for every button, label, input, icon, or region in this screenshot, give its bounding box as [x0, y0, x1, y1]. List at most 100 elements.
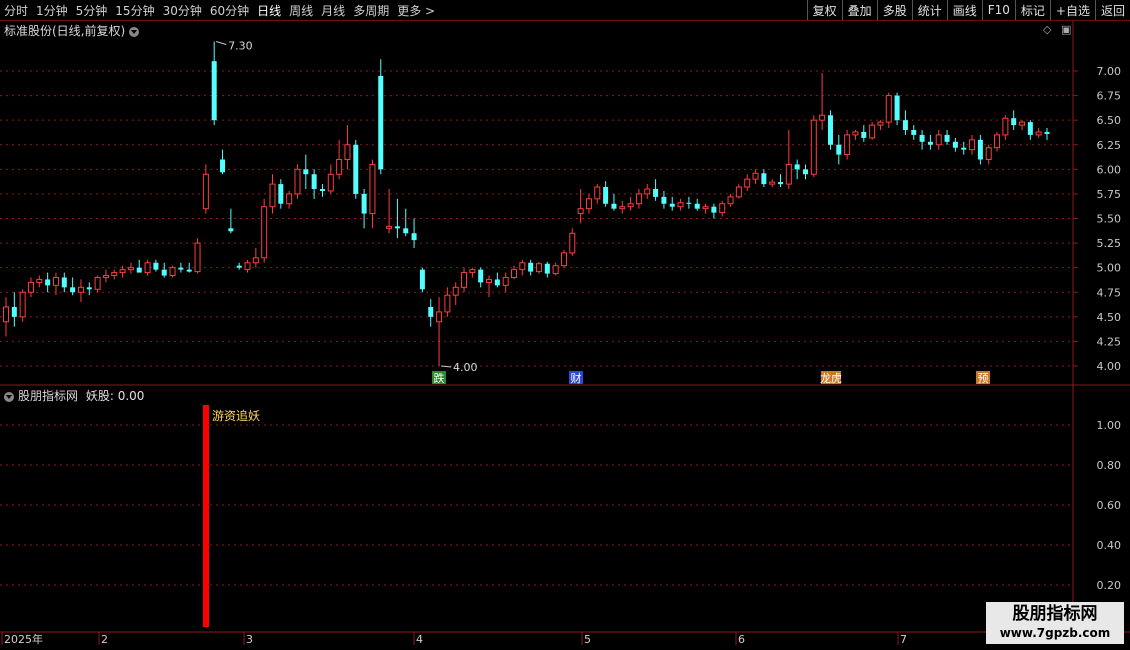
candle-body: [94, 277, 101, 290]
candle-body: [361, 193, 367, 214]
candle-body: [644, 188, 651, 195]
candle-body: [186, 269, 192, 272]
x-label: 4: [416, 633, 423, 646]
candle-body: [544, 263, 550, 274]
candle-body: [70, 287, 76, 293]
indicator-dropdown-icon[interactable]: [4, 391, 14, 402]
kline-chart[interactable]: 7.00 6.75 6.50 6.25 6.00 5.75 5.50 5.25 5.00 4.75…: [0, 0, 1130, 650]
high-marker: 7.30: [228, 40, 253, 53]
candle-body: [785, 163, 792, 185]
candle-body: [411, 233, 417, 241]
candle-body: [635, 193, 642, 205]
y-label: 5.00: [1097, 262, 1122, 275]
candle-body: [611, 203, 617, 209]
candle-body: [511, 269, 518, 278]
low-marker: 4.00: [453, 361, 478, 374]
indicator-title: 股朋指标网: [18, 389, 79, 403]
candle-body: [836, 144, 842, 155]
candle-body: [278, 184, 284, 204]
candle-body: [494, 279, 500, 286]
x-label: 3: [246, 633, 253, 646]
candle-body: [153, 262, 159, 270]
candle-body: [27, 281, 34, 293]
ind-y-label: 0.80: [1097, 459, 1122, 472]
candle-body: [444, 294, 451, 313]
ind-y-label: 0.60: [1097, 499, 1122, 512]
candle-body: [961, 147, 967, 150]
candle-body: [952, 141, 958, 148]
candle-body: [911, 130, 917, 135]
candle-body: [761, 173, 767, 185]
candle-body: [869, 124, 876, 139]
candle-body: [144, 262, 151, 274]
candle-body: [669, 203, 675, 207]
candle-body: [994, 134, 1001, 149]
watermark: 股朋指标网 www.7gpzb.com: [986, 602, 1124, 644]
y-label: 4.50: [1097, 311, 1122, 324]
candle-body: [677, 202, 684, 208]
y-label: 4.25: [1097, 335, 1122, 348]
x-label: 5: [584, 633, 591, 646]
candle-body: [220, 159, 226, 173]
candle-body: [269, 183, 276, 208]
candle-body: [228, 228, 234, 232]
candle-body: [169, 267, 176, 277]
low-pointer: [441, 365, 452, 368]
high-pointer: [216, 41, 227, 45]
candle-body: [861, 131, 867, 138]
candle-body: [386, 225, 393, 229]
candle-body: [594, 186, 601, 200]
candle-body: [694, 203, 700, 209]
candle-body: [844, 134, 851, 156]
candle-body: [178, 267, 184, 270]
y-label: 7.00: [1097, 65, 1122, 78]
watermark-title: 股朋指标网: [1012, 604, 1098, 624]
y-label: 6.00: [1097, 163, 1122, 176]
candle-body: [419, 269, 425, 290]
candle-body: [894, 95, 900, 121]
candle-body: [577, 208, 584, 215]
candle-body: [86, 287, 92, 290]
candle-body: [877, 121, 884, 126]
candle-body: [560, 252, 567, 267]
event-badge-label: 龙虎: [820, 372, 842, 385]
candle-body: [935, 134, 942, 146]
candle-body: [11, 307, 17, 317]
candle-body: [286, 193, 293, 205]
candle-body: [486, 278, 493, 283]
candle-body: [885, 95, 892, 123]
candle-body: [52, 277, 59, 286]
candle-body: [319, 189, 325, 191]
candle-body: [469, 269, 476, 274]
candle-body: [752, 172, 759, 180]
x-label: 2: [101, 633, 108, 646]
candle-body: [403, 228, 409, 234]
candle-body: [794, 164, 800, 170]
candle-body: [36, 278, 43, 283]
candle-body: [702, 206, 709, 210]
candle-body: [569, 232, 576, 254]
ind-y-label: 1.00: [1097, 419, 1122, 432]
candle-body: [519, 262, 526, 271]
candle-body: [1035, 131, 1042, 136]
candle-body: [1002, 117, 1009, 136]
y-label: 5.50: [1097, 213, 1122, 226]
signal-label: 游资追妖: [212, 408, 260, 423]
candle-body: [77, 286, 84, 293]
candle-body: [236, 265, 242, 268]
candle-body: [711, 206, 717, 213]
candle-body: [778, 182, 784, 185]
candle-body: [1027, 122, 1033, 135]
y-label: 5.75: [1097, 188, 1122, 201]
candle-body: [727, 196, 734, 205]
candle-body: [552, 265, 559, 275]
candle-body: [919, 134, 925, 142]
candle-body: [369, 163, 376, 215]
candle-body: [303, 169, 309, 175]
candle-body: [344, 144, 351, 160]
candle-body: [194, 242, 201, 273]
candle-body: [353, 144, 359, 194]
candle-body: [119, 269, 126, 274]
candle-body: [252, 257, 259, 264]
x-label: 7: [900, 633, 907, 646]
